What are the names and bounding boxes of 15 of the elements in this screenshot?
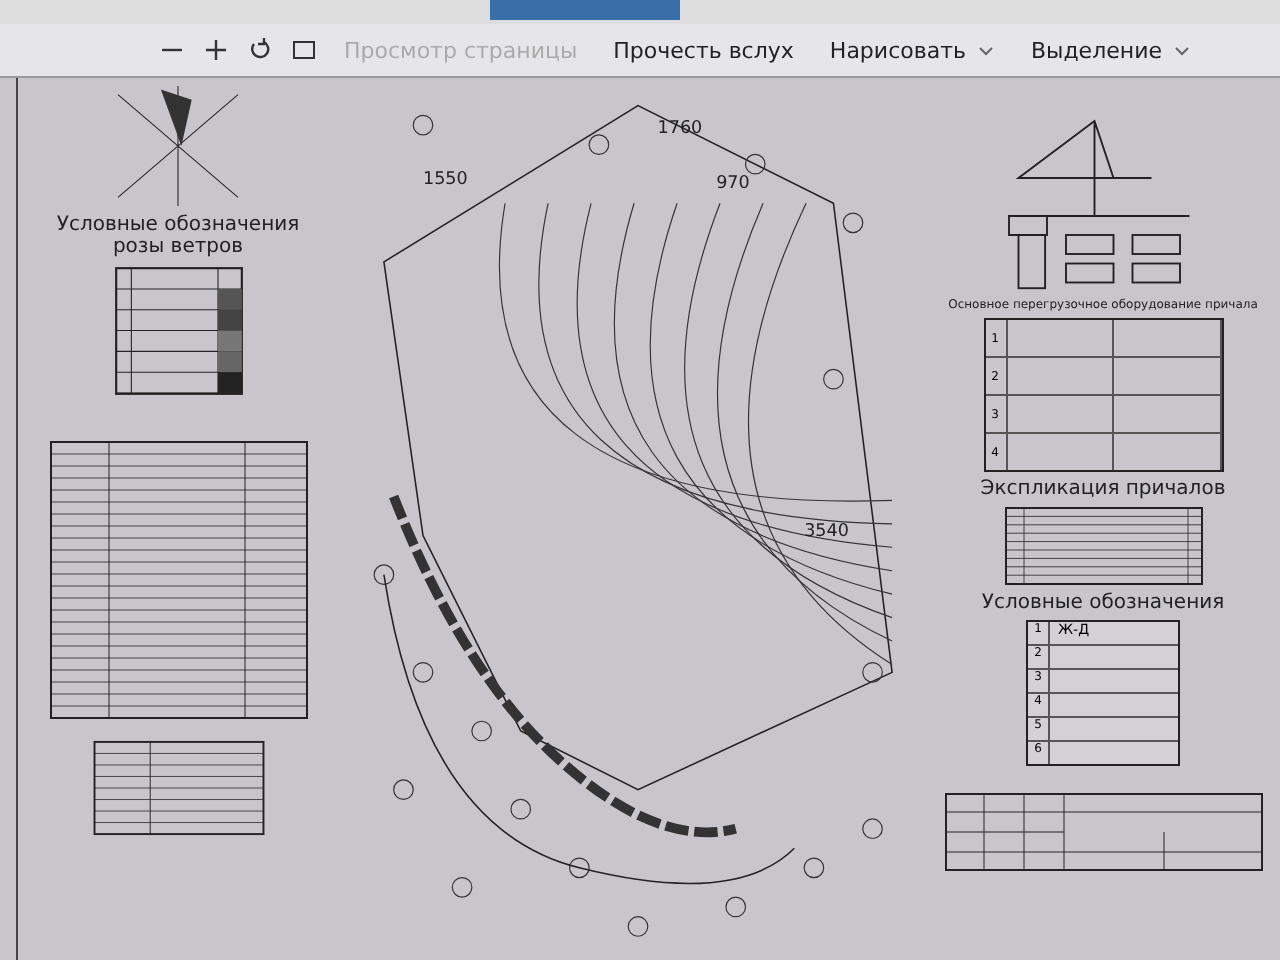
dimension-label: 970 (716, 173, 750, 194)
berths-title: Экспликация причалов (980, 478, 1226, 500)
dimension-label: 3540 (804, 521, 849, 542)
legend-title: Условные обозначения (981, 592, 1225, 614)
caret-icon (1174, 45, 1191, 56)
fit-page-icon[interactable] (292, 38, 316, 62)
dimension-label: 1550 (423, 169, 468, 190)
highlight-button[interactable]: Выделение (1022, 33, 1199, 67)
caret-icon (978, 45, 995, 56)
wind-legend-table (113, 266, 243, 396)
rotate-icon[interactable] (248, 38, 272, 62)
zoom-in-icon[interactable] (204, 38, 228, 62)
wind-rose-title: Условные обозначения розы ветров (54, 214, 302, 258)
read-aloud-button[interactable]: Прочесть вслух (605, 33, 802, 67)
draw-button[interactable]: Нарисовать (821, 33, 1003, 67)
